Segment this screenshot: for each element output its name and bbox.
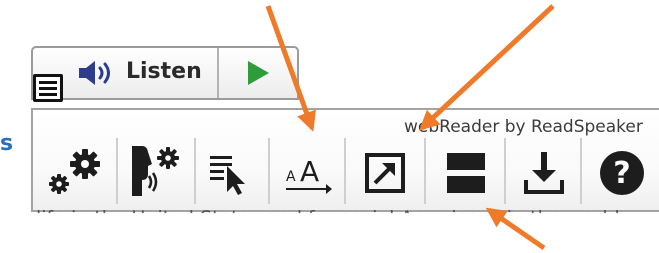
settings-button[interactable] <box>38 138 116 204</box>
menu-icon <box>39 81 57 96</box>
settings-gears-icon <box>49 149 100 194</box>
listen-label: Listen <box>126 59 202 84</box>
voice-settings-icon <box>132 146 179 196</box>
page-mask-button[interactable] <box>424 138 504 204</box>
voice-settings-button[interactable] <box>116 138 194 204</box>
click-and-listen-icon <box>210 156 245 195</box>
speaker-icon <box>77 59 117 91</box>
svg-text:A: A <box>300 155 319 188</box>
download-icon <box>524 152 564 194</box>
underlying-page-text: life in the United States and for social… <box>36 207 620 229</box>
help-button[interactable]: ? <box>580 138 659 204</box>
svg-text:A: A <box>286 169 296 185</box>
play-button[interactable] <box>219 48 297 98</box>
text-size-icon: A A <box>286 155 332 194</box>
popup-text-button[interactable] <box>344 138 424 204</box>
menu-toggle-button[interactable] <box>33 74 63 102</box>
brand-label: webReader by ReadSpeaker <box>404 117 643 137</box>
popup-text-icon <box>365 153 405 193</box>
page-mask-icon <box>447 153 485 193</box>
click-and-listen-button[interactable] <box>194 138 268 204</box>
help-icon: ? <box>600 151 644 195</box>
svg-text:?: ? <box>613 156 630 191</box>
download-button[interactable] <box>504 138 580 204</box>
listen-widget: Listen <box>31 46 299 100</box>
text-size-button[interactable]: A A <box>268 138 344 204</box>
play-icon <box>246 60 270 90</box>
page-edge-text: s <box>0 131 14 156</box>
arrow-to-page-mask <box>485 207 546 251</box>
